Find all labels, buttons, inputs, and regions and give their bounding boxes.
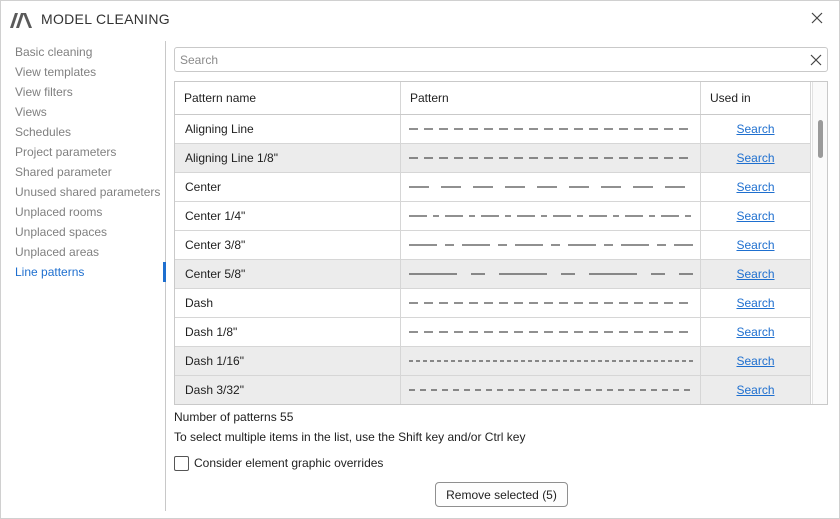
pattern-preview-cell bbox=[401, 231, 701, 259]
table-row[interactable]: Aligning Line Search bbox=[175, 115, 811, 144]
pattern-preview-cell bbox=[401, 318, 701, 346]
line-pattern-preview bbox=[409, 389, 690, 391]
pattern-preview-cell bbox=[401, 115, 701, 143]
search-box bbox=[174, 47, 828, 72]
used-in-cell: Search bbox=[701, 289, 811, 317]
used-in-cell: Search bbox=[701, 376, 811, 404]
line-pattern-preview bbox=[409, 128, 688, 130]
search-usage-link[interactable]: Search bbox=[736, 325, 774, 339]
app-title: MODEL CLEANING bbox=[41, 11, 170, 27]
selection-hint: To select multiple items in the list, us… bbox=[174, 430, 526, 444]
sidebar-item-schedules[interactable]: Schedules bbox=[15, 123, 71, 141]
column-header-pattern-name[interactable]: Pattern name bbox=[175, 82, 401, 114]
sidebar-item-view-templates[interactable]: View templates bbox=[15, 63, 96, 81]
search-usage-link[interactable]: Search bbox=[736, 209, 774, 223]
close-icon[interactable] bbox=[809, 53, 823, 67]
sidebar-active-indicator bbox=[163, 262, 166, 282]
search-usage-link[interactable]: Search bbox=[736, 267, 774, 281]
pattern-preview-cell bbox=[401, 376, 701, 404]
model-cleaning-window: MODEL CLEANING Basic cleaning View templ… bbox=[0, 0, 840, 519]
search-usage-link[interactable]: Search bbox=[736, 180, 774, 194]
line-pattern-preview bbox=[409, 215, 691, 217]
table-row[interactable]: Dash Search bbox=[175, 289, 811, 318]
column-header-used-in[interactable]: Used in bbox=[701, 82, 811, 114]
table-body: Aligning Line Search Aligning Line 1/8" Sea… bbox=[175, 115, 811, 404]
table-row[interactable]: Aligning Line 1/8" Search bbox=[175, 144, 811, 173]
used-in-cell: Search bbox=[701, 231, 811, 259]
pattern-name-cell: Dash 1/16" bbox=[175, 347, 401, 375]
line-pattern-preview bbox=[409, 302, 688, 304]
pattern-name-cell: Center 1/4" bbox=[175, 202, 401, 230]
search-usage-link[interactable]: Search bbox=[736, 151, 774, 165]
table-row[interactable]: Center 1/4" Search bbox=[175, 202, 811, 231]
sidebar-item-line-patterns[interactable]: Line patterns bbox=[15, 263, 84, 281]
line-pattern-preview bbox=[409, 186, 685, 188]
search-usage-link[interactable]: Search bbox=[736, 238, 774, 252]
sidebar-item-project-parameters[interactable]: Project parameters bbox=[15, 143, 116, 161]
line-pattern-preview bbox=[409, 360, 693, 362]
search-input[interactable] bbox=[180, 51, 800, 69]
used-in-cell: Search bbox=[701, 173, 811, 201]
graphic-overrides-label[interactable]: Consider element graphic overrides bbox=[194, 456, 383, 470]
line-pattern-preview bbox=[409, 244, 693, 246]
line-pattern-preview bbox=[409, 157, 688, 159]
pattern-preview-cell bbox=[401, 202, 701, 230]
sidebar-item-unplaced-spaces[interactable]: Unplaced spaces bbox=[15, 223, 107, 241]
sidebar-item-unplaced-rooms[interactable]: Unplaced rooms bbox=[15, 203, 102, 221]
sidebar-item-view-filters[interactable]: View filters bbox=[15, 83, 73, 101]
scrollbar-thumb[interactable] bbox=[818, 120, 823, 158]
search-usage-link[interactable]: Search bbox=[736, 296, 774, 310]
pattern-name-cell: Center bbox=[175, 173, 401, 201]
search-usage-link[interactable]: Search bbox=[736, 383, 774, 397]
graphic-overrides-checkbox[interactable] bbox=[174, 456, 189, 471]
search-usage-link[interactable]: Search bbox=[736, 354, 774, 368]
sidebar-item-shared-parameter[interactable]: Shared parameter bbox=[15, 163, 112, 181]
table-header: Pattern name Pattern Used in bbox=[175, 82, 811, 115]
logo-icon bbox=[10, 13, 32, 28]
column-header-pattern[interactable]: Pattern bbox=[401, 82, 701, 114]
pattern-preview-cell bbox=[401, 144, 701, 172]
sidebar-item-basic-cleaning[interactable]: Basic cleaning bbox=[15, 43, 92, 61]
used-in-cell: Search bbox=[701, 144, 811, 172]
pattern-preview-cell bbox=[401, 289, 701, 317]
used-in-cell: Search bbox=[701, 115, 811, 143]
remove-selected-button[interactable]: Remove selected (5) bbox=[435, 482, 568, 507]
table-row[interactable]: Dash 1/8" Search bbox=[175, 318, 811, 347]
close-icon[interactable] bbox=[809, 10, 825, 26]
sidebar: Basic cleaning View templates View filte… bbox=[1, 41, 167, 511]
line-pattern-preview bbox=[409, 273, 693, 275]
pattern-preview-cell bbox=[401, 347, 701, 375]
used-in-cell: Search bbox=[701, 260, 811, 288]
table-row[interactable]: Center 5/8" Search bbox=[175, 260, 811, 289]
table-row[interactable]: Center 3/8" Search bbox=[175, 231, 811, 260]
table-row[interactable]: Dash 3/32" Search bbox=[175, 376, 811, 404]
sidebar-item-views[interactable]: Views bbox=[15, 103, 47, 121]
pattern-count: Number of patterns 55 bbox=[174, 410, 294, 424]
sidebar-item-unplaced-areas[interactable]: Unplaced areas bbox=[15, 243, 99, 261]
pattern-preview-cell bbox=[401, 173, 701, 201]
pattern-name-cell: Aligning Line bbox=[175, 115, 401, 143]
search-usage-link[interactable]: Search bbox=[736, 122, 774, 136]
table-row[interactable]: Center Search bbox=[175, 173, 811, 202]
used-in-cell: Search bbox=[701, 202, 811, 230]
pattern-name-cell: Dash bbox=[175, 289, 401, 317]
title-bar: MODEL CLEANING bbox=[1, 1, 839, 37]
pattern-name-cell: Center 3/8" bbox=[175, 231, 401, 259]
used-in-cell: Search bbox=[701, 318, 811, 346]
line-patterns-table: Pattern name Pattern Used in Aligning Li… bbox=[174, 81, 828, 405]
sidebar-item-unused-shared-parameters[interactable]: Unused shared parameters bbox=[15, 183, 160, 201]
pattern-name-cell: Dash 1/8" bbox=[175, 318, 401, 346]
used-in-cell: Search bbox=[701, 347, 811, 375]
pattern-name-cell: Aligning Line 1/8" bbox=[175, 144, 401, 172]
pattern-name-cell: Center 5/8" bbox=[175, 260, 401, 288]
pattern-name-cell: Dash 3/32" bbox=[175, 376, 401, 404]
table-scrollbar[interactable] bbox=[812, 82, 827, 404]
pattern-preview-cell bbox=[401, 260, 701, 288]
line-pattern-preview bbox=[409, 331, 688, 333]
table-row[interactable]: Dash 1/16" Search bbox=[175, 347, 811, 376]
